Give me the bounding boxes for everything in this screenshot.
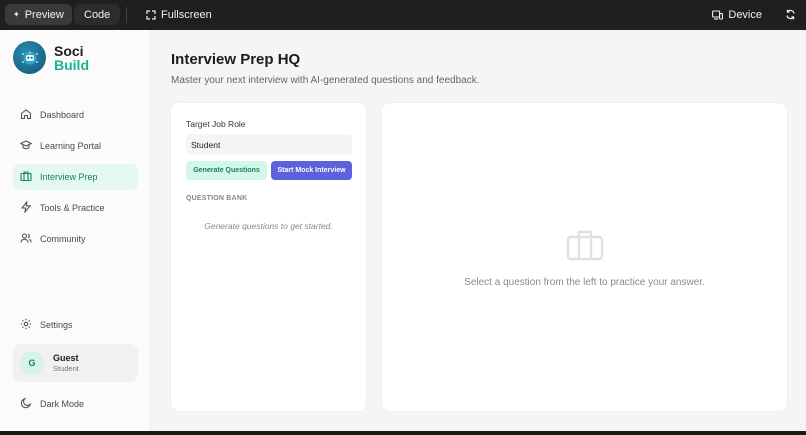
gear-icon	[20, 318, 32, 332]
avatar: G	[20, 351, 44, 375]
brand-name-line1: Soci	[54, 42, 84, 59]
target-role-input[interactable]	[186, 134, 352, 155]
home-icon	[20, 108, 32, 122]
briefcase-icon	[20, 170, 32, 184]
briefcase-placeholder-icon	[566, 229, 604, 266]
users-icon	[20, 232, 32, 246]
brand-name: Soci Build	[54, 44, 89, 72]
start-mock-interview-button[interactable]: Start Mock Interview	[271, 161, 352, 180]
sidebar-item-label: Settings	[40, 320, 73, 330]
app-root: Soci Build Dashboard Learning Portal Int…	[0, 30, 806, 431]
sidebar-item-label: Interview Prep	[40, 172, 98, 182]
generate-questions-button[interactable]: Generate Questions	[186, 161, 267, 180]
dark-mode-label: Dark Mode	[40, 399, 85, 409]
code-button[interactable]: Code	[74, 4, 121, 25]
brand-logo[interactable]: Soci Build	[13, 41, 89, 74]
practice-panel: Select a question from the left to pract…	[382, 103, 787, 411]
sidebar-item-label: Community	[40, 234, 86, 244]
sidebar-item-label: Tools & Practice	[40, 203, 105, 213]
sidebar-item-label: Learning Portal	[40, 141, 102, 151]
sidebar-item-dashboard[interactable]: Dashboard	[13, 102, 138, 128]
sidebar-item-label: Dashboard	[40, 110, 85, 120]
question-bank-empty-state: Generate questions to get started.	[204, 221, 333, 231]
preview-toolbar: ✦ Preview Code Fullscreen Device	[0, 0, 806, 30]
sidebar-item-settings[interactable]: Settings	[13, 312, 138, 338]
practice-empty-message: Select a question from the left to pract…	[464, 277, 705, 288]
refresh-icon	[785, 9, 796, 20]
user-info: Guest Student	[53, 353, 79, 374]
device-label: Device	[728, 8, 762, 21]
page-title: Interview Prep HQ	[171, 51, 301, 68]
robot-logo-icon	[13, 41, 46, 74]
sidebar-item-tools-practice[interactable]: Tools & Practice	[13, 195, 138, 221]
target-role-label: Target Job Role	[186, 119, 246, 129]
dark-mode-toggle[interactable]: Dark Mode	[13, 391, 138, 417]
graduation-cap-icon	[19, 139, 33, 153]
preview-label: Preview	[24, 8, 64, 21]
sidebar: Soci Build Dashboard Learning Portal Int…	[0, 30, 151, 431]
sparkle-icon: ✦	[13, 10, 20, 19]
page-subtitle: Master your next interview with AI-gener…	[171, 75, 480, 86]
brand-name-line2: Build	[54, 56, 89, 73]
fullscreen-button[interactable]: Fullscreen	[138, 4, 220, 25]
lightning-icon	[20, 200, 32, 215]
question-setup-panel: Target Job Role Generate Questions Start…	[171, 103, 366, 411]
user-profile-card[interactable]: G Guest Student	[13, 344, 138, 382]
bottom-edge	[0, 431, 806, 435]
fullscreen-label: Fullscreen	[161, 8, 212, 21]
sidebar-item-learning-portal[interactable]: Learning Portal	[13, 133, 138, 159]
user-name: Guest	[53, 352, 79, 363]
sidebar-item-interview-prep[interactable]: Interview Prep	[13, 164, 138, 190]
sidebar-item-community[interactable]: Community	[13, 226, 138, 252]
device-button[interactable]: Device	[704, 4, 770, 25]
device-icon	[712, 9, 724, 20]
expand-icon	[146, 9, 156, 20]
preview-button[interactable]: ✦ Preview	[5, 4, 72, 25]
code-label: Code	[84, 8, 111, 21]
question-bank-heading: QUESTION BANK	[186, 195, 248, 202]
toolbar-divider	[126, 7, 127, 23]
refresh-button[interactable]	[781, 4, 800, 25]
moon-icon	[20, 397, 32, 411]
user-role: Student	[53, 363, 79, 373]
